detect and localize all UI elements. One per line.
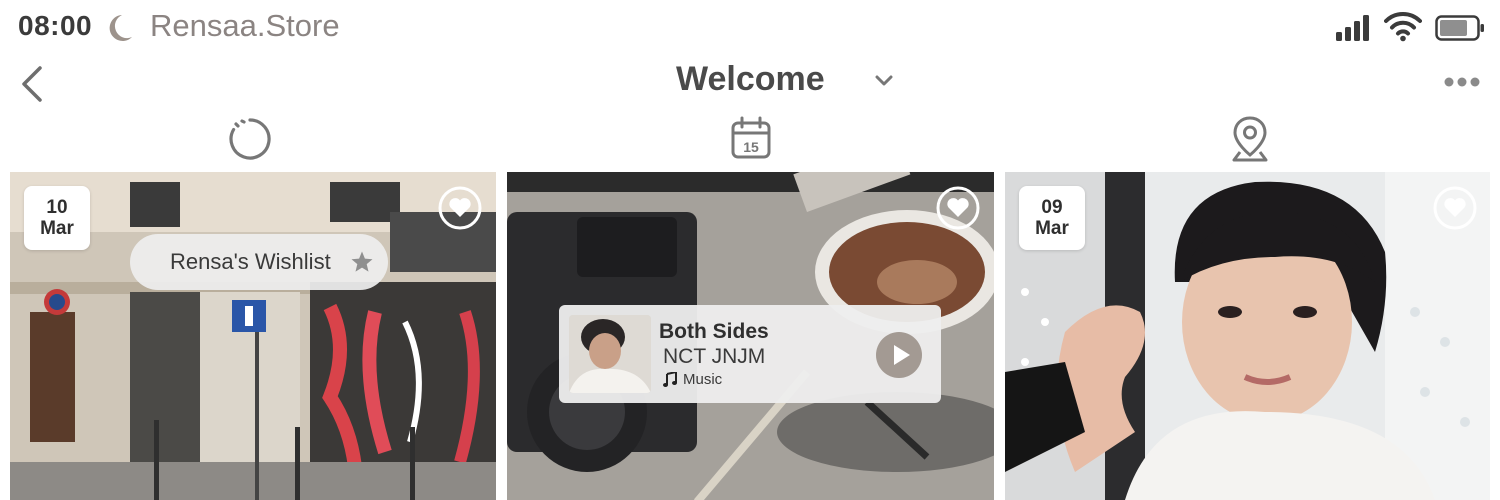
cellular-signal-icon: [1336, 15, 1369, 41]
moon-icon: [109, 15, 132, 41]
post-card[interactable]: 10 Mar Rensa's Wishlist: [10, 172, 496, 500]
date-month: Mar: [1035, 218, 1069, 239]
music-note-icon: [663, 372, 677, 387]
date-day: 10: [46, 197, 68, 218]
page-title[interactable]: Welcome: [676, 60, 825, 99]
heart-icon[interactable]: [934, 184, 982, 232]
view-tabs: 15: [0, 112, 1500, 170]
music-widget[interactable]: Both Sides NCT JNJM Music: [559, 305, 941, 403]
date-badge: 09 Mar: [1019, 186, 1085, 250]
star-icon: [351, 251, 373, 272]
post-card[interactable]: 09 Mar: [1005, 172, 1490, 500]
battery-icon: [1435, 15, 1484, 41]
more-dots-icon[interactable]: [1443, 76, 1481, 88]
song-artist: NCT JNJM: [663, 345, 766, 368]
heart-icon[interactable]: [436, 184, 484, 232]
tab-location[interactable]: [1225, 114, 1275, 164]
loading-circle-icon: [229, 118, 271, 160]
album-cover-image: [569, 315, 651, 393]
date-month: Mar: [40, 218, 74, 239]
date-day: 09: [1041, 197, 1063, 218]
location-pin-icon: [1232, 116, 1268, 162]
song-title: Both Sides: [659, 320, 769, 343]
nav-bar: Welcome: [0, 54, 1500, 112]
status-time: 08:00: [18, 10, 93, 41]
post-card[interactable]: Both Sides NCT JNJM Music: [507, 172, 994, 500]
wishlist-label: Rensa's Wishlist: [170, 249, 331, 274]
music-source: Music: [663, 371, 722, 388]
post-grid: 10 Mar Rensa's Wishlist Both Sides NCT J…: [0, 172, 1500, 500]
tab-calendar[interactable]: 15: [726, 114, 776, 164]
chevron-down-icon[interactable]: [874, 74, 894, 88]
tab-timeline[interactable]: [225, 114, 275, 164]
calendar-icon: 15: [731, 116, 771, 159]
album-cover: [569, 315, 651, 393]
site-name: Rensaa.Store: [150, 8, 340, 43]
wifi-icon: [1384, 11, 1422, 42]
date-badge: 10 Mar: [24, 186, 90, 250]
chevron-left-icon[interactable]: [18, 64, 46, 104]
heart-icon[interactable]: [1431, 184, 1479, 232]
music-source-label: Music: [683, 371, 723, 388]
calendar-day-label: 15: [743, 139, 759, 155]
play-icon[interactable]: [875, 331, 923, 379]
wishlist-tag[interactable]: Rensa's Wishlist: [130, 234, 388, 290]
status-bar: 08:00 Rensaa.Store: [0, 0, 1500, 54]
